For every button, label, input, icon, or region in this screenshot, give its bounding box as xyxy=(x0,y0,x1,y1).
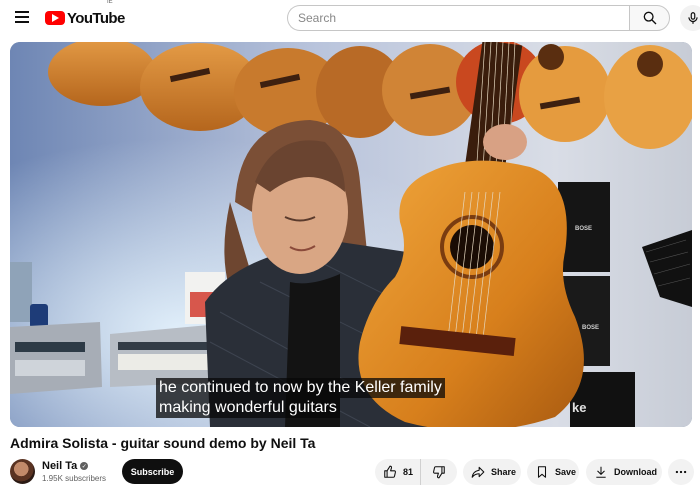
dislike-button[interactable] xyxy=(421,459,457,485)
channel-name-row[interactable]: Neil Ta ✓ xyxy=(42,460,89,472)
download-icon xyxy=(596,466,606,478)
bookmark-icon xyxy=(537,466,547,478)
speaker-brand-label: BOSE xyxy=(575,226,592,232)
caption-line: making wonderful guitars xyxy=(156,398,340,418)
youtube-logo-icon xyxy=(45,11,65,25)
search-input[interactable]: Search xyxy=(287,5,629,31)
like-dislike-group: 81 xyxy=(375,459,457,485)
share-button[interactable]: Share xyxy=(463,459,521,485)
video-frame: BOSE BOSE ke xyxy=(10,42,692,427)
verified-icon: ✓ xyxy=(80,462,89,470)
search-placeholder: Search xyxy=(298,11,337,25)
download-button[interactable]: Download xyxy=(586,459,662,485)
more-actions-button[interactable] xyxy=(668,459,694,485)
like-count: 81 xyxy=(403,467,414,477)
channel-name[interactable]: Neil Ta xyxy=(42,460,77,472)
youtube-logo[interactable]: YouTube xyxy=(45,8,125,28)
subscribe-button[interactable]: Subscribe xyxy=(122,459,183,484)
speaker-brand-label: ke xyxy=(572,400,586,415)
search-icon xyxy=(643,11,656,25)
save-button[interactable]: Save xyxy=(527,459,579,485)
menu-icon[interactable] xyxy=(12,8,32,28)
caption-line: he continued to now by the Keller family xyxy=(156,378,445,398)
channel-avatar[interactable] xyxy=(10,459,35,484)
search-button[interactable] xyxy=(629,5,670,31)
video-title: Admira Solista - guitar sound demo by Ne… xyxy=(10,435,316,451)
thumbs-up-icon xyxy=(384,465,396,478)
thumbs-down-icon xyxy=(433,466,445,479)
top-bar: YouTube IE Search xyxy=(0,0,700,36)
video-player[interactable]: BOSE BOSE ke he continued to now by the … xyxy=(10,42,692,427)
share-icon xyxy=(471,466,485,478)
video-captions: he continued to now by the Keller family… xyxy=(156,378,445,418)
subscriber-count: 1.95K subscribers xyxy=(42,474,107,483)
microphone-icon xyxy=(688,12,698,24)
share-label: Share xyxy=(491,467,517,477)
country-code: IE xyxy=(107,0,113,5)
download-label: Download xyxy=(614,467,657,477)
voice-search-button[interactable] xyxy=(680,5,700,31)
speaker-brand-label: BOSE xyxy=(582,325,599,331)
like-button[interactable]: 81 xyxy=(375,459,421,485)
save-label: Save xyxy=(555,467,577,477)
more-horizontal-icon xyxy=(675,470,687,474)
logo-text: YouTube xyxy=(67,9,125,27)
